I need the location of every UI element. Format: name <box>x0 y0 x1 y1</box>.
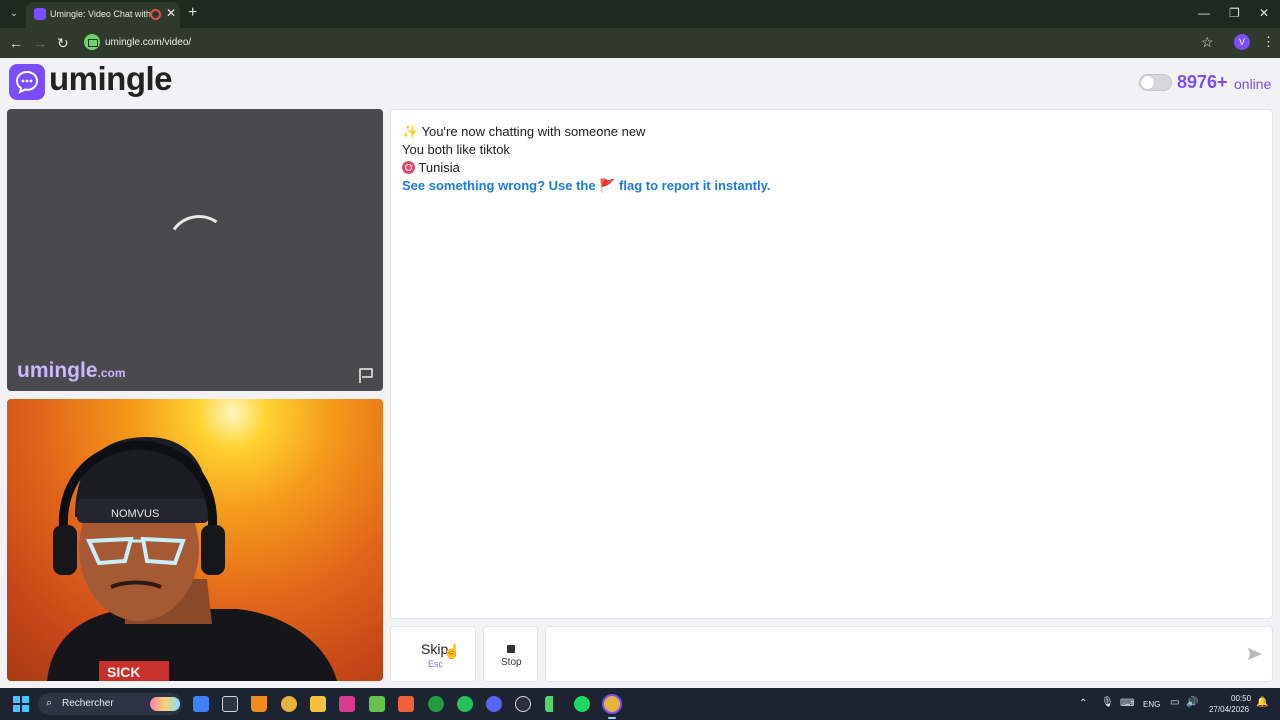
browser-tab-bar: ⌄ Umingle: Video Chat with S ✕ + — ❐ ✕ <box>0 0 1280 28</box>
discord-icon[interactable] <box>486 696 502 712</box>
report-hint: See something wrong? Use the 🚩 flag to r… <box>402 178 770 194</box>
chat-bubble-logo-icon[interactable] <box>9 64 45 100</box>
clock-date[interactable]: 27/04/2026 <box>1209 705 1249 714</box>
task-view-icon[interactable] <box>222 696 238 712</box>
send-arrow-icon[interactable] <box>1247 647 1263 661</box>
country-name: Tunisia <box>418 160 460 175</box>
webcam-person-image: SICK NOMVUS <box>47 437 337 681</box>
address-bar: ← → ↻ umingle.com/video/ ☆ V ⋮ <box>0 28 1280 58</box>
spotify-icon[interactable] <box>574 696 590 712</box>
instagram-icon[interactable] <box>339 696 355 712</box>
language-indicator[interactable]: ENG <box>1143 700 1160 709</box>
clock-time[interactable]: 00:50 <box>1231 694 1251 703</box>
report-flag-icon[interactable] <box>357 366 375 384</box>
windows-start-icon[interactable] <box>13 696 29 712</box>
sparkles-icon: ✨ <box>402 124 419 139</box>
svg-text:NOMVUS: NOMVUS <box>111 508 159 520</box>
security-shield-icon[interactable] <box>193 696 209 712</box>
watermark-text: umingle <box>17 359 98 382</box>
umingle-favicon-icon <box>34 8 46 20</box>
notification-icon[interactable]: 🔔 <box>1256 697 1268 708</box>
new-chat-text: You're now chatting with someone new <box>421 124 646 139</box>
red-flag-icon: 🚩 <box>599 178 616 193</box>
tab-title: Umingle: Video Chat with S <box>50 9 150 19</box>
skip-button[interactable]: Skip Esc <box>390 626 476 682</box>
stop-button[interactable]: Stop <box>483 626 538 682</box>
vlc-icon[interactable] <box>251 696 267 712</box>
local-webcam-video: SICK NOMVUS <box>7 399 383 681</box>
tray-expand-icon[interactable]: ⌃ <box>1079 698 1087 709</box>
store-icon[interactable] <box>369 696 385 712</box>
minimize-window-icon[interactable]: — <box>1198 6 1210 20</box>
location-pin-icon <box>402 161 415 174</box>
brave-icon[interactable] <box>398 696 414 712</box>
restore-window-icon[interactable]: ❐ <box>1229 6 1240 20</box>
message-input[interactable] <box>545 626 1273 682</box>
loading-spinner-icon <box>161 209 237 285</box>
xbox-icon[interactable] <box>428 696 444 712</box>
close-window-icon[interactable]: ✕ <box>1259 6 1269 20</box>
new-tab-icon[interactable]: + <box>188 4 197 22</box>
stop-label: Stop <box>501 657 522 668</box>
report-hint-suffix: flag to report it instantly. <box>619 178 771 193</box>
active-app-indicator <box>608 717 616 719</box>
file-explorer-icon[interactable] <box>310 696 326 712</box>
skip-shortcut-key: Esc <box>428 659 444 669</box>
settings-icon[interactable] <box>515 696 531 712</box>
keyboard-icon[interactable]: ⌨ <box>1120 698 1134 709</box>
taskbar-search-label: Rechercher <box>62 698 114 709</box>
toggle-knob <box>1141 76 1154 89</box>
online-count: 8976+ <box>1177 72 1228 92</box>
report-hint-prefix: See something wrong? Use the <box>402 178 596 193</box>
search-highlight-icon <box>150 697 180 711</box>
page: umingle 8976+ online umingle.com SICK NO… <box>0 58 1280 688</box>
recording-indicator-icon <box>150 9 161 20</box>
url-field[interactable]: umingle.com/video/ <box>105 37 191 48</box>
chrome-active-icon[interactable] <box>604 696 620 712</box>
forward-arrow-icon[interactable]: → <box>33 35 47 51</box>
bookmark-star-icon[interactable]: ☆ <box>1201 34 1214 51</box>
profile-avatar[interactable]: V <box>1234 34 1250 50</box>
online-toggle[interactable] <box>1139 74 1172 91</box>
browser-tab[interactable]: Umingle: Video Chat with S ✕ <box>26 2 180 28</box>
windows-taskbar: ⌕ Rechercher ⌃ 🎙 ⌨ ENG ▭ 🔊 00:50 27/04/2… <box>0 688 1280 720</box>
online-label: online <box>1234 76 1272 92</box>
svg-text:SICK: SICK <box>107 664 140 680</box>
remote-video: umingle.com <box>7 109 383 391</box>
volume-icon[interactable]: 🔊 <box>1186 697 1198 708</box>
country-line: Tunisia <box>402 160 460 175</box>
stop-square-icon <box>507 645 515 653</box>
microphone-icon[interactable]: 🎙 <box>1101 697 1114 708</box>
chat-panel: ✨ You're now chatting with someone new Y… <box>390 109 1273 619</box>
chrome-icon[interactable] <box>281 696 297 712</box>
taskbar-search[interactable]: ⌕ Rechercher <box>38 693 182 715</box>
shared-interest-text: You both like tiktok <box>402 142 510 157</box>
browser-menu-icon[interactable]: ⋮ <box>1262 34 1275 50</box>
camera-permission-icon[interactable] <box>84 34 100 50</box>
back-arrow-icon[interactable]: ← <box>9 35 23 51</box>
video-watermark: umingle.com <box>17 359 126 383</box>
tab-search-icon[interactable]: ⌄ <box>6 6 22 22</box>
mouse-cursor-icon: ☝ <box>443 643 461 659</box>
network-icon[interactable]: ▭ <box>1170 697 1179 708</box>
watermark-tld: .com <box>97 366 126 380</box>
system-message-new-chat: ✨ You're now chatting with someone new <box>402 124 645 140</box>
media-player-icon[interactable] <box>545 696 561 712</box>
reload-icon[interactable]: ↻ <box>57 35 69 52</box>
site-logo-text[interactable]: umingle <box>49 60 173 98</box>
close-tab-icon[interactable]: ✕ <box>166 6 176 20</box>
whatsapp-icon[interactable] <box>457 696 473 712</box>
search-icon: ⌕ <box>46 697 53 709</box>
